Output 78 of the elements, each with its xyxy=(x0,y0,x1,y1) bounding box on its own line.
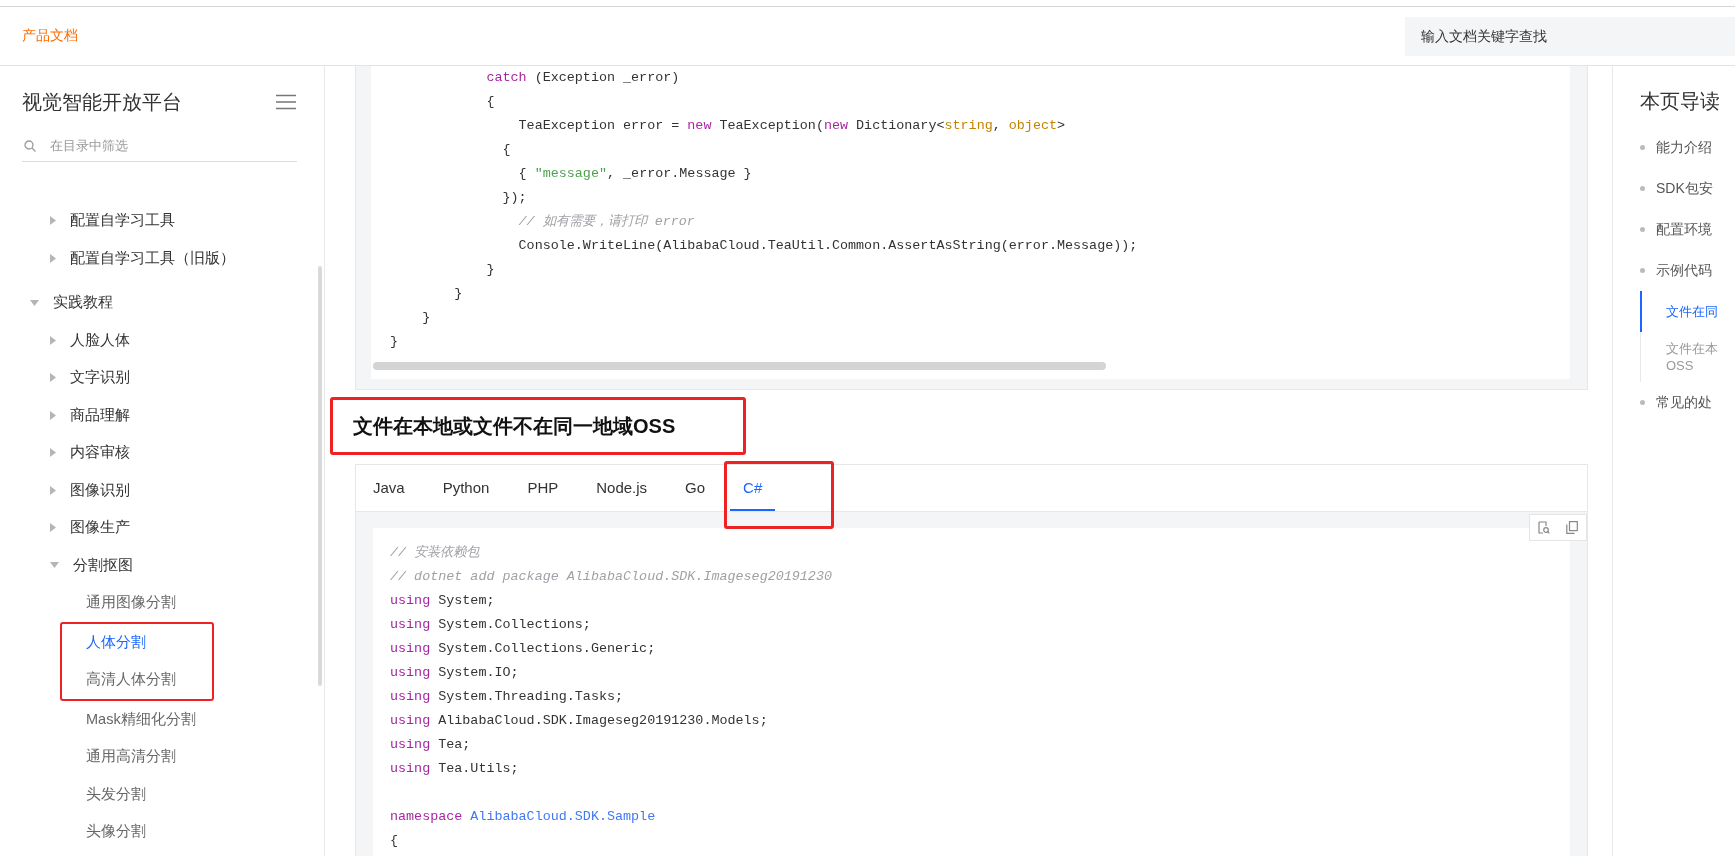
caret-right-icon xyxy=(50,410,56,420)
language-tab[interactable]: Java xyxy=(360,465,418,511)
language-tab[interactable]: PHP xyxy=(514,465,572,511)
tree-item[interactable]: 通用图像分割 xyxy=(0,584,176,622)
language-tab[interactable]: Go xyxy=(672,465,719,511)
page-nav-link[interactable]: 常见的处 xyxy=(1640,382,1735,423)
code-line: { xyxy=(501,141,512,159)
caret-right-icon xyxy=(50,448,56,458)
caret-right-icon xyxy=(50,216,56,226)
page-nav-title: 本页导读 xyxy=(1640,89,1721,114)
code-line: // 如有需要，请打印 error xyxy=(517,213,696,231)
code-line: } xyxy=(421,309,432,327)
tree-item[interactable]: 配置自学习工具（旧版） xyxy=(0,239,235,277)
caret-right-icon xyxy=(50,523,56,533)
page-nav-link[interactable]: 配置环境 xyxy=(1640,209,1735,250)
tree-item[interactable]: 分割抠图 xyxy=(0,546,133,584)
code-line: // dotnet add package AlibabaCloud.SDK.Imageseg20191230 xyxy=(390,568,833,586)
code-line: using System; xyxy=(390,592,496,610)
caret-down-icon xyxy=(50,562,59,569)
tree-item[interactable]: 实践教程 xyxy=(0,284,113,322)
tree-item[interactable]: 头发分割 xyxy=(0,775,146,813)
scrollbar[interactable] xyxy=(373,362,1106,370)
sidebar-title: 视觉智能开放平台 xyxy=(22,89,182,115)
page-nav-link[interactable]: 能力介绍 xyxy=(1640,127,1735,168)
code-line: } xyxy=(453,285,464,303)
tree-item[interactable]: Mask精细化分割 xyxy=(0,700,196,738)
tree-item[interactable]: 商品理解 xyxy=(0,396,130,434)
menu-icon[interactable] xyxy=(276,94,296,110)
tree-item[interactable]: 图像识别 xyxy=(0,471,130,509)
caret-down-icon xyxy=(30,299,39,306)
page-nav-link[interactable]: SDK包安 xyxy=(1640,168,1735,209)
copy-icon[interactable] xyxy=(1566,521,1578,534)
caret-right-icon xyxy=(50,253,56,263)
tree-item[interactable]: 头像分割 xyxy=(0,813,146,851)
page-nav-link[interactable]: 文件在同 xyxy=(1640,291,1735,332)
search-field[interactable]: 输入文档关键字查找 xyxy=(1405,16,1735,56)
code-line: Console.WriteLine(AlibabaCloud.TeaUtil.Common.AssertAsString(error.Message)); xyxy=(517,237,1139,255)
tree-item[interactable]: 人脸人体 xyxy=(0,321,130,359)
code-line: using System.Collections.Generic; xyxy=(390,640,657,658)
code-line: } xyxy=(485,261,496,279)
tree-item[interactable]: 图像生产 xyxy=(0,509,130,547)
caret-right-icon xyxy=(50,335,56,345)
code-line: { xyxy=(485,93,496,111)
bullet-icon xyxy=(1640,400,1645,405)
code-line: // 安装依赖包 xyxy=(390,544,481,562)
page-nav-link[interactable]: 示例代码 xyxy=(1640,250,1735,291)
bullet-icon xyxy=(1640,186,1645,191)
section-heading: 文件在本地或文件不在同一地域OSS xyxy=(353,414,676,439)
language-tab[interactable]: Node.js xyxy=(583,465,661,511)
language-tab[interactable]: C# xyxy=(730,465,776,511)
scrollbar[interactable] xyxy=(318,266,322,686)
code-line: TeaException error = new TeaException(new Dictionary<string, object> xyxy=(517,117,1067,135)
tree-item[interactable]: 配置自学习工具 xyxy=(0,202,175,240)
caret-right-icon xyxy=(50,373,56,383)
code-line: using Tea; xyxy=(390,736,472,754)
bullet-icon xyxy=(1640,268,1645,273)
bullet-icon xyxy=(1640,227,1645,232)
code-line: }); xyxy=(501,189,528,207)
caret-right-icon xyxy=(50,485,56,495)
code-line: using System.Threading.Tasks; xyxy=(390,688,625,706)
code-line: using System.Collections; xyxy=(390,616,592,634)
tree-item[interactable]: 文字识别 xyxy=(0,359,130,397)
tree-item[interactable]: 内容审核 xyxy=(0,434,130,472)
language-tab[interactable]: Python xyxy=(429,465,503,511)
search-icon xyxy=(24,139,36,152)
code-line: using AlibabaCloud.SDK.Imageseg20191230.Models; xyxy=(390,712,769,730)
code-line: using Tea.Utils; xyxy=(390,760,520,778)
code-line: using System.IO; xyxy=(390,664,520,682)
document-icon[interactable] xyxy=(1538,521,1550,534)
code-line: { "message", _error.Message } xyxy=(517,165,753,183)
code-line: namespace AlibabaCloud.SDK.Sample xyxy=(390,808,657,826)
tree-item[interactable]: 通用高清分割 xyxy=(0,738,176,776)
tree-item[interactable]: 高清人体分割 xyxy=(62,661,176,699)
code-line: } xyxy=(390,333,400,351)
code-line: { xyxy=(390,832,400,850)
tree-item[interactable]: 人体分割 xyxy=(62,623,146,661)
bullet-icon xyxy=(1640,145,1645,150)
code-line: catch (Exception _error) xyxy=(485,69,681,87)
